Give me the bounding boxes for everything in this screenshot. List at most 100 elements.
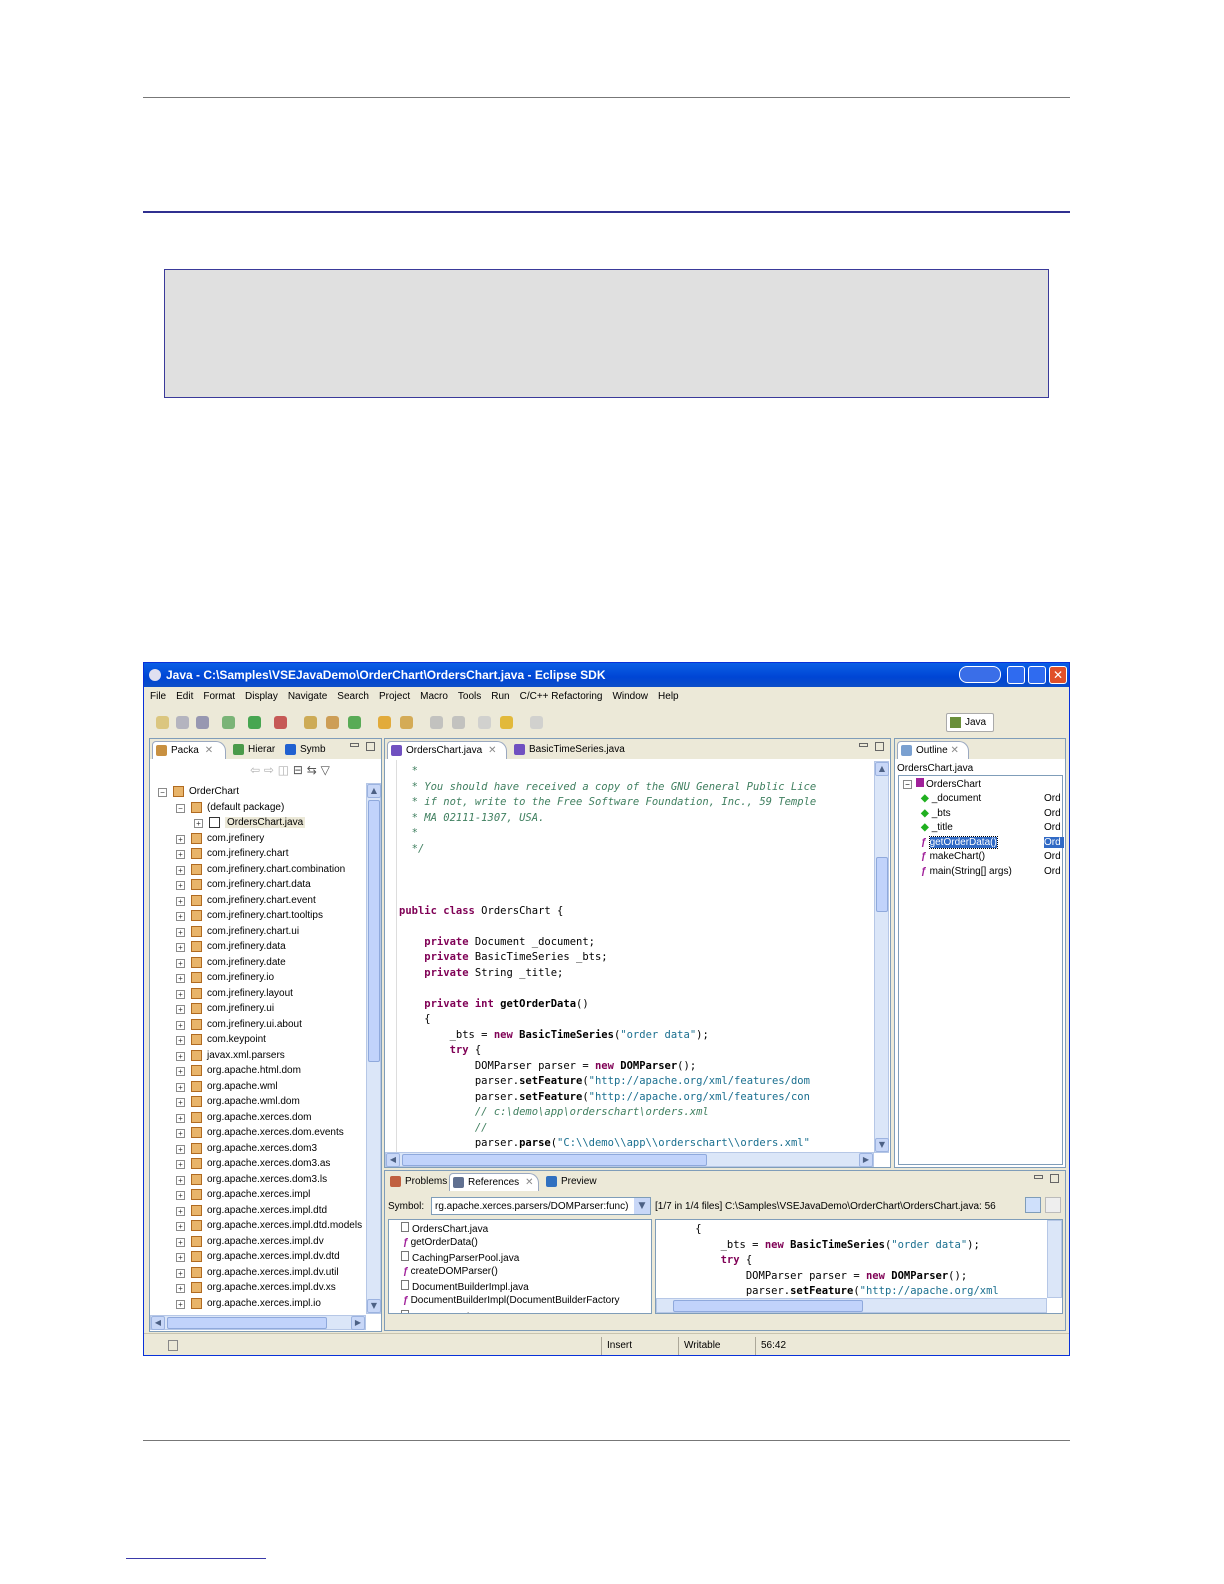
expand-icon[interactable]: + — [176, 1237, 185, 1247]
tree-package[interactable]: + org.apache.xerces.dom3.ls — [150, 1173, 366, 1188]
tab-references[interactable]: References ✕ — [449, 1173, 539, 1191]
scroll-up-arrow[interactable]: ▲ — [367, 784, 381, 798]
menu-search[interactable]: Search — [337, 691, 369, 702]
h-scroll-thumb[interactable] — [167, 1317, 327, 1329]
expand-icon[interactable]: + — [176, 943, 185, 952]
tree-horizontal-scrollbar[interactable]: ◀ ▶ — [150, 1315, 366, 1330]
editor-horizontal-scrollbar[interactable]: ◀ ▶ — [385, 1152, 874, 1167]
new-package-icon[interactable] — [326, 716, 339, 729]
outline-member[interactable]: ƒ main(String[] args) Ord — [921, 866, 1061, 880]
menu-navigate[interactable]: Navigate — [288, 691, 327, 702]
expand-icon[interactable]: + — [176, 912, 185, 921]
tree-package[interactable]: + com.jrefinery.chart.combination — [150, 863, 366, 878]
reference-file[interactable]: DocumentBuilderImpl.java — [393, 1280, 529, 1294]
outline-member[interactable]: ƒ getOrderData() Ord — [921, 835, 1064, 851]
expand-icon[interactable]: + — [194, 819, 203, 828]
tree-package[interactable]: + org.apache.wml — [150, 1080, 366, 1095]
expand-icon[interactable]: + — [176, 1175, 185, 1185]
run-icon[interactable] — [248, 716, 261, 729]
menu-display[interactable]: Display — [245, 691, 278, 702]
expand-icon[interactable]: + — [176, 1206, 185, 1216]
menu-c-c-refactoring[interactable]: C/C++ Refactoring — [520, 691, 603, 702]
h-scroll-thumb[interactable] — [673, 1300, 863, 1312]
next-annotation-icon[interactable] — [430, 716, 443, 729]
forward-icon[interactable] — [530, 716, 543, 729]
close-button[interactable]: ✕ — [1049, 666, 1067, 684]
collapse-icon[interactable]: − — [158, 788, 167, 797]
reference-file[interactable]: OrdersChart.java — [393, 1222, 488, 1236]
tree-package[interactable]: + org.apache.xerces.dom3 — [150, 1142, 366, 1157]
external-tools-icon[interactable] — [274, 716, 287, 729]
menu-project[interactable]: Project — [379, 691, 410, 702]
tree-package[interactable]: + com.jrefinery.date — [150, 956, 366, 971]
expand-icon[interactable]: + — [176, 1051, 185, 1061]
save-icon[interactable] — [176, 716, 189, 729]
new-icon[interactable] — [156, 716, 169, 729]
tree-package[interactable]: + com.jrefinery.ui — [150, 1002, 366, 1017]
scroll-thumb[interactable] — [368, 800, 380, 1062]
reference-file[interactable]: DOMParser.java — [393, 1309, 485, 1313]
scroll-right-arrow[interactable]: ▶ — [351, 1316, 365, 1330]
tab-basictimeseries-java[interactable]: BasicTimeSeries.java — [511, 741, 641, 759]
reference-file[interactable]: CachingParserPool.java — [393, 1251, 519, 1265]
menu-format[interactable]: Format — [203, 691, 235, 702]
scroll-thumb[interactable] — [876, 857, 888, 912]
outline-member[interactable]: ◆ _bts Ord — [921, 808, 1061, 822]
tree-package[interactable]: + org.apache.xerces.impl.dv.util — [150, 1266, 366, 1281]
collapse-icon[interactable]: − — [176, 803, 185, 813]
layout-split-icon[interactable] — [1045, 1197, 1061, 1213]
reference-item[interactable]: ƒ DocumentBuilderImpl(DocumentBuilderFact… — [403, 1295, 620, 1309]
expand-icon[interactable]: + — [176, 1036, 185, 1045]
tree-package[interactable]: − (default package) — [150, 801, 366, 816]
minimize-view-icon[interactable] — [859, 743, 868, 747]
expand-icon[interactable]: + — [176, 1067, 185, 1076]
expand-icon[interactable]: + — [176, 896, 185, 906]
scroll-left-arrow[interactable]: ◀ — [386, 1153, 400, 1167]
close-icon[interactable]: ✕ — [205, 745, 213, 756]
expand-icon[interactable]: + — [176, 1113, 185, 1123]
tree-project[interactable]: − OrderChart — [150, 785, 366, 800]
new-java-project-icon[interactable] — [304, 716, 317, 729]
print-icon[interactable] — [196, 716, 209, 729]
expand-icon[interactable]: + — [176, 834, 185, 844]
tree-package[interactable]: + org.apache.xerces.impl.io — [150, 1297, 366, 1312]
expand-icon[interactable]: + — [176, 989, 185, 999]
minimize-button[interactable] — [1007, 666, 1025, 684]
last-edit-icon[interactable] — [478, 716, 491, 729]
tree-package[interactable]: + com.jrefinery.chart.ui — [150, 925, 366, 940]
expand-icon[interactable]: + — [176, 1098, 185, 1107]
close-icon[interactable]: ✕ — [525, 1177, 533, 1188]
expand-icon[interactable]: + — [176, 1191, 185, 1200]
scroll-left-arrow[interactable]: ◀ — [151, 1316, 165, 1330]
tree-package[interactable]: + com.jrefinery.chart — [150, 847, 366, 862]
tree-package[interactable]: + org.apache.html.dom — [150, 1064, 366, 1079]
maximize-view-icon[interactable] — [366, 742, 375, 751]
tab-symb[interactable]: Symb — [282, 741, 330, 759]
tree-package[interactable]: + com.jrefinery.ui.about — [150, 1018, 366, 1033]
scroll-down-arrow[interactable]: ▼ — [875, 1138, 889, 1152]
expand-icon[interactable]: + — [176, 1020, 185, 1030]
expand-icon[interactable]: + — [176, 1160, 185, 1169]
outline-member[interactable]: ◆ _title Ord — [921, 822, 1061, 836]
maximize-view-icon[interactable] — [1050, 1174, 1059, 1183]
maximize-view-icon[interactable] — [875, 742, 884, 751]
perspective-switcher[interactable]: Java — [946, 713, 994, 732]
menu-window[interactable]: Window — [612, 691, 648, 702]
expand-icon[interactable]: + — [176, 1082, 185, 1092]
tree-package[interactable]: + com.jrefinery.chart.data — [150, 878, 366, 893]
scroll-down-arrow[interactable]: ▼ — [367, 1299, 381, 1313]
tab-hierar[interactable]: Hierar — [230, 741, 278, 759]
expand-icon[interactable]: + — [176, 1144, 185, 1154]
minimize-view-icon[interactable] — [350, 743, 359, 747]
close-icon[interactable]: ✕ — [488, 745, 496, 756]
chevron-down-icon[interactable]: ▼ — [634, 1198, 650, 1214]
maximize-button[interactable] — [1028, 666, 1046, 684]
code-area[interactable]: * * You should have received a copy of t… — [399, 764, 873, 1152]
tree-package[interactable]: + com.jrefinery.io — [150, 971, 366, 986]
reference-item[interactable]: ƒ getOrderData() — [403, 1237, 478, 1251]
expand-icon[interactable]: + — [176, 958, 185, 968]
reference-item[interactable]: ƒ createDOMParser() — [403, 1266, 498, 1280]
tab-problems[interactable]: Problems — [387, 1173, 447, 1191]
expand-icon[interactable]: + — [176, 974, 185, 983]
tree-package[interactable]: + org.apache.xerces.impl — [150, 1188, 366, 1203]
